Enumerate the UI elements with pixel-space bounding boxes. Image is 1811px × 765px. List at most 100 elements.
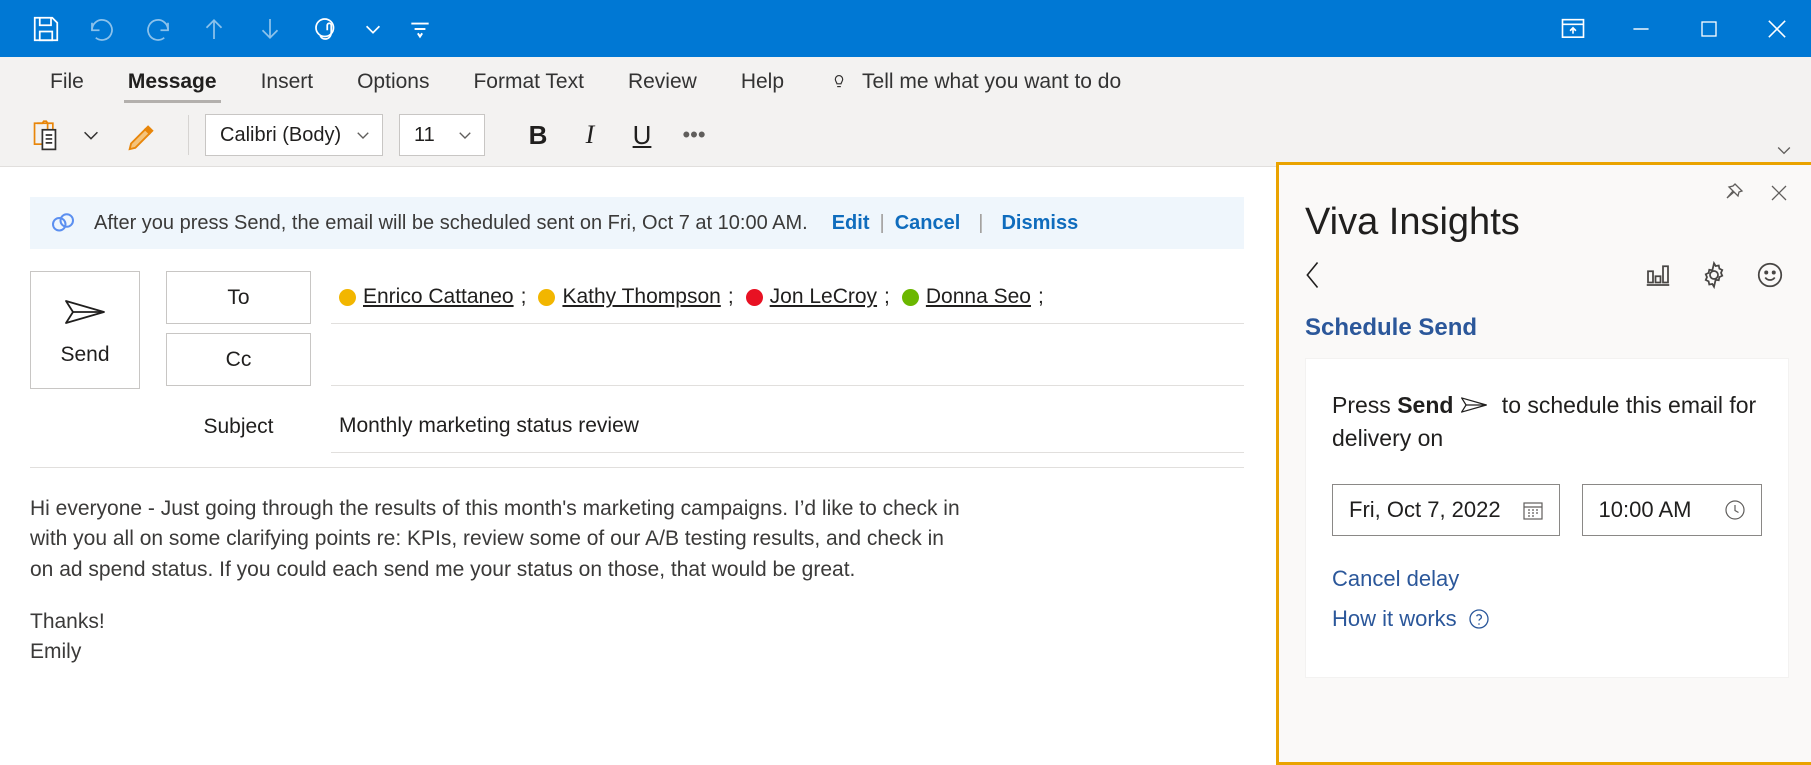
cc-recipients-input[interactable] xyxy=(331,333,1244,386)
cc-button[interactable]: Cc xyxy=(166,333,311,386)
collapse-ribbon-chevron-down-icon[interactable] xyxy=(1771,140,1797,160)
address-fields: To Enrico Cattaneo ; Kathy Thompson ; Jo… xyxy=(140,271,1244,453)
schedule-send-card: Press Send to schedule this email for de… xyxy=(1305,358,1789,678)
delivery-date-value: Fri, Oct 7, 2022 xyxy=(1349,496,1501,522)
format-painter-button[interactable] xyxy=(110,111,172,159)
tab-help[interactable]: Help xyxy=(719,59,806,105)
quick-access-toolbar xyxy=(0,7,446,51)
tab-file[interactable]: File xyxy=(28,59,106,105)
pin-icon[interactable] xyxy=(1721,181,1745,205)
panel-header-actions xyxy=(1721,181,1791,205)
move-down-icon[interactable] xyxy=(244,7,296,51)
redo-icon[interactable] xyxy=(132,7,184,51)
presence-away-icon xyxy=(538,288,556,306)
save-icon[interactable] xyxy=(20,7,72,51)
recipient-separator: ; xyxy=(884,285,890,308)
presence-busy-icon xyxy=(745,288,763,306)
tab-review[interactable]: Review xyxy=(606,59,719,105)
recipient-name: Jon LeCroy xyxy=(769,285,878,308)
infobar-edit-link[interactable]: Edit xyxy=(832,212,870,235)
schedule-send-link[interactable]: Schedule Send xyxy=(1279,292,1811,358)
to-recipients-input[interactable]: Enrico Cattaneo ; Kathy Thompson ; Jon L… xyxy=(331,271,1244,324)
chevron-down-icon xyxy=(456,126,474,144)
close-icon[interactable] xyxy=(1767,181,1791,205)
font-size-combobox[interactable]: 11 xyxy=(399,114,485,156)
send-button[interactable]: Send xyxy=(30,271,140,389)
delivery-time-value: 10:00 AM xyxy=(1598,496,1692,522)
cc-row: Cc xyxy=(166,333,1244,386)
cancel-delay-link[interactable]: Cancel delay xyxy=(1332,566,1762,592)
recipient-chip[interactable]: Enrico Cattaneo ; xyxy=(339,285,526,309)
undo-icon[interactable] xyxy=(76,7,128,51)
calendar-icon xyxy=(1521,498,1545,522)
tab-message[interactable]: Message xyxy=(106,59,239,105)
viva-insights-panel: Viva Insights Schedule Send Press Send t… xyxy=(1276,162,1811,765)
viva-insights-icon xyxy=(48,208,78,238)
underline-button[interactable]: U xyxy=(617,120,667,151)
font-name-value: Calibri (Body) xyxy=(220,123,342,146)
recipient-chip[interactable]: Donna Seo ; xyxy=(901,285,1044,309)
chevron-down-icon xyxy=(354,126,372,144)
infobar-cancel-link[interactable]: Cancel xyxy=(895,212,961,235)
infobar-links: Edit | Cancel | Dismiss xyxy=(832,212,1079,235)
insights-chart-icon[interactable] xyxy=(1643,260,1673,290)
font-name-combobox[interactable]: Calibri (Body) xyxy=(205,114,383,156)
minimize-icon[interactable] xyxy=(1607,0,1675,57)
customize-quick-access-icon[interactable] xyxy=(394,7,446,51)
send-paper-plane-icon xyxy=(62,293,108,331)
panel-nav-icons xyxy=(1643,260,1785,290)
ribbon-divider xyxy=(188,115,189,155)
chevron-down-icon[interactable] xyxy=(356,7,390,51)
italic-button[interactable]: I xyxy=(565,120,615,150)
ribbon-display-options-icon[interactable] xyxy=(1539,0,1607,57)
back-chevron-left-icon[interactable] xyxy=(1299,258,1327,292)
help-question-icon xyxy=(1467,607,1491,631)
instruction-text-before: Press xyxy=(1332,392,1398,418)
panel-header: Viva Insights xyxy=(1279,165,1811,244)
recipient-name: Enrico Cattaneo xyxy=(363,285,514,308)
send-button-label: Send xyxy=(60,343,110,366)
how-it-works-link[interactable]: How it works xyxy=(1332,606,1762,632)
move-up-icon[interactable] xyxy=(188,7,240,51)
recipient-separator: ; xyxy=(1037,285,1044,308)
body-paragraph: Hi everyone - Just going through the res… xyxy=(30,497,960,581)
tab-options[interactable]: Options xyxy=(335,59,451,105)
send-paper-plane-icon xyxy=(1459,394,1489,416)
message-body[interactable]: Hi everyone - Just going through the res… xyxy=(0,468,1010,666)
send-column: Send xyxy=(30,271,140,453)
delivery-datetime-row: Fri, Oct 7, 2022 10:00 AM xyxy=(1332,483,1762,536)
to-button[interactable]: To xyxy=(166,271,311,324)
paste-options-chevron-down-icon[interactable] xyxy=(74,124,108,146)
more-commands-button[interactable]: ••• xyxy=(669,122,719,148)
window-controls xyxy=(1539,0,1811,57)
delivery-date-field[interactable]: Fri, Oct 7, 2022 xyxy=(1332,483,1560,536)
outlook-compose-window: File Message Insert Options Format Text … xyxy=(0,0,1811,765)
subject-input[interactable]: Monthly marketing status review xyxy=(331,400,1244,453)
body-signature: Emily xyxy=(30,639,82,663)
subject-label: Subject xyxy=(203,414,274,438)
tab-insert[interactable]: Insert xyxy=(239,59,336,105)
maximize-icon[interactable] xyxy=(1675,0,1743,57)
panel-nav xyxy=(1279,244,1811,292)
presence-available-icon xyxy=(901,288,919,306)
feedback-smiley-icon[interactable] xyxy=(1755,260,1785,290)
settings-gear-icon[interactable] xyxy=(1699,260,1729,290)
lightbulb-icon xyxy=(828,69,850,95)
recipient-chip[interactable]: Kathy Thompson ; xyxy=(538,285,734,309)
close-icon[interactable] xyxy=(1743,0,1811,57)
ribbon-tabs: File Message Insert Options Format Text … xyxy=(0,57,1811,105)
paste-button[interactable] xyxy=(18,111,72,159)
tab-format-text[interactable]: Format Text xyxy=(451,59,605,105)
how-it-works-label: How it works xyxy=(1332,605,1457,631)
ribbon-commands: Calibri (Body) 11 B I U ••• xyxy=(0,105,1811,165)
schedule-send-infobar: After you press Send, the email will be … xyxy=(30,197,1244,249)
recipient-chip[interactable]: Jon LeCroy ; xyxy=(745,285,890,309)
recipient-separator: ; xyxy=(520,285,527,308)
delivery-time-field[interactable]: 10:00 AM xyxy=(1581,483,1762,536)
font-size-value: 11 xyxy=(414,123,435,146)
infobar-dismiss-link[interactable]: Dismiss xyxy=(1001,212,1078,235)
tell-me-search[interactable]: Tell me what you want to do xyxy=(806,59,1143,105)
bold-button[interactable]: B xyxy=(513,120,563,151)
recipient-name: Kathy Thompson xyxy=(562,285,721,308)
touch-mode-icon[interactable] xyxy=(300,7,352,51)
